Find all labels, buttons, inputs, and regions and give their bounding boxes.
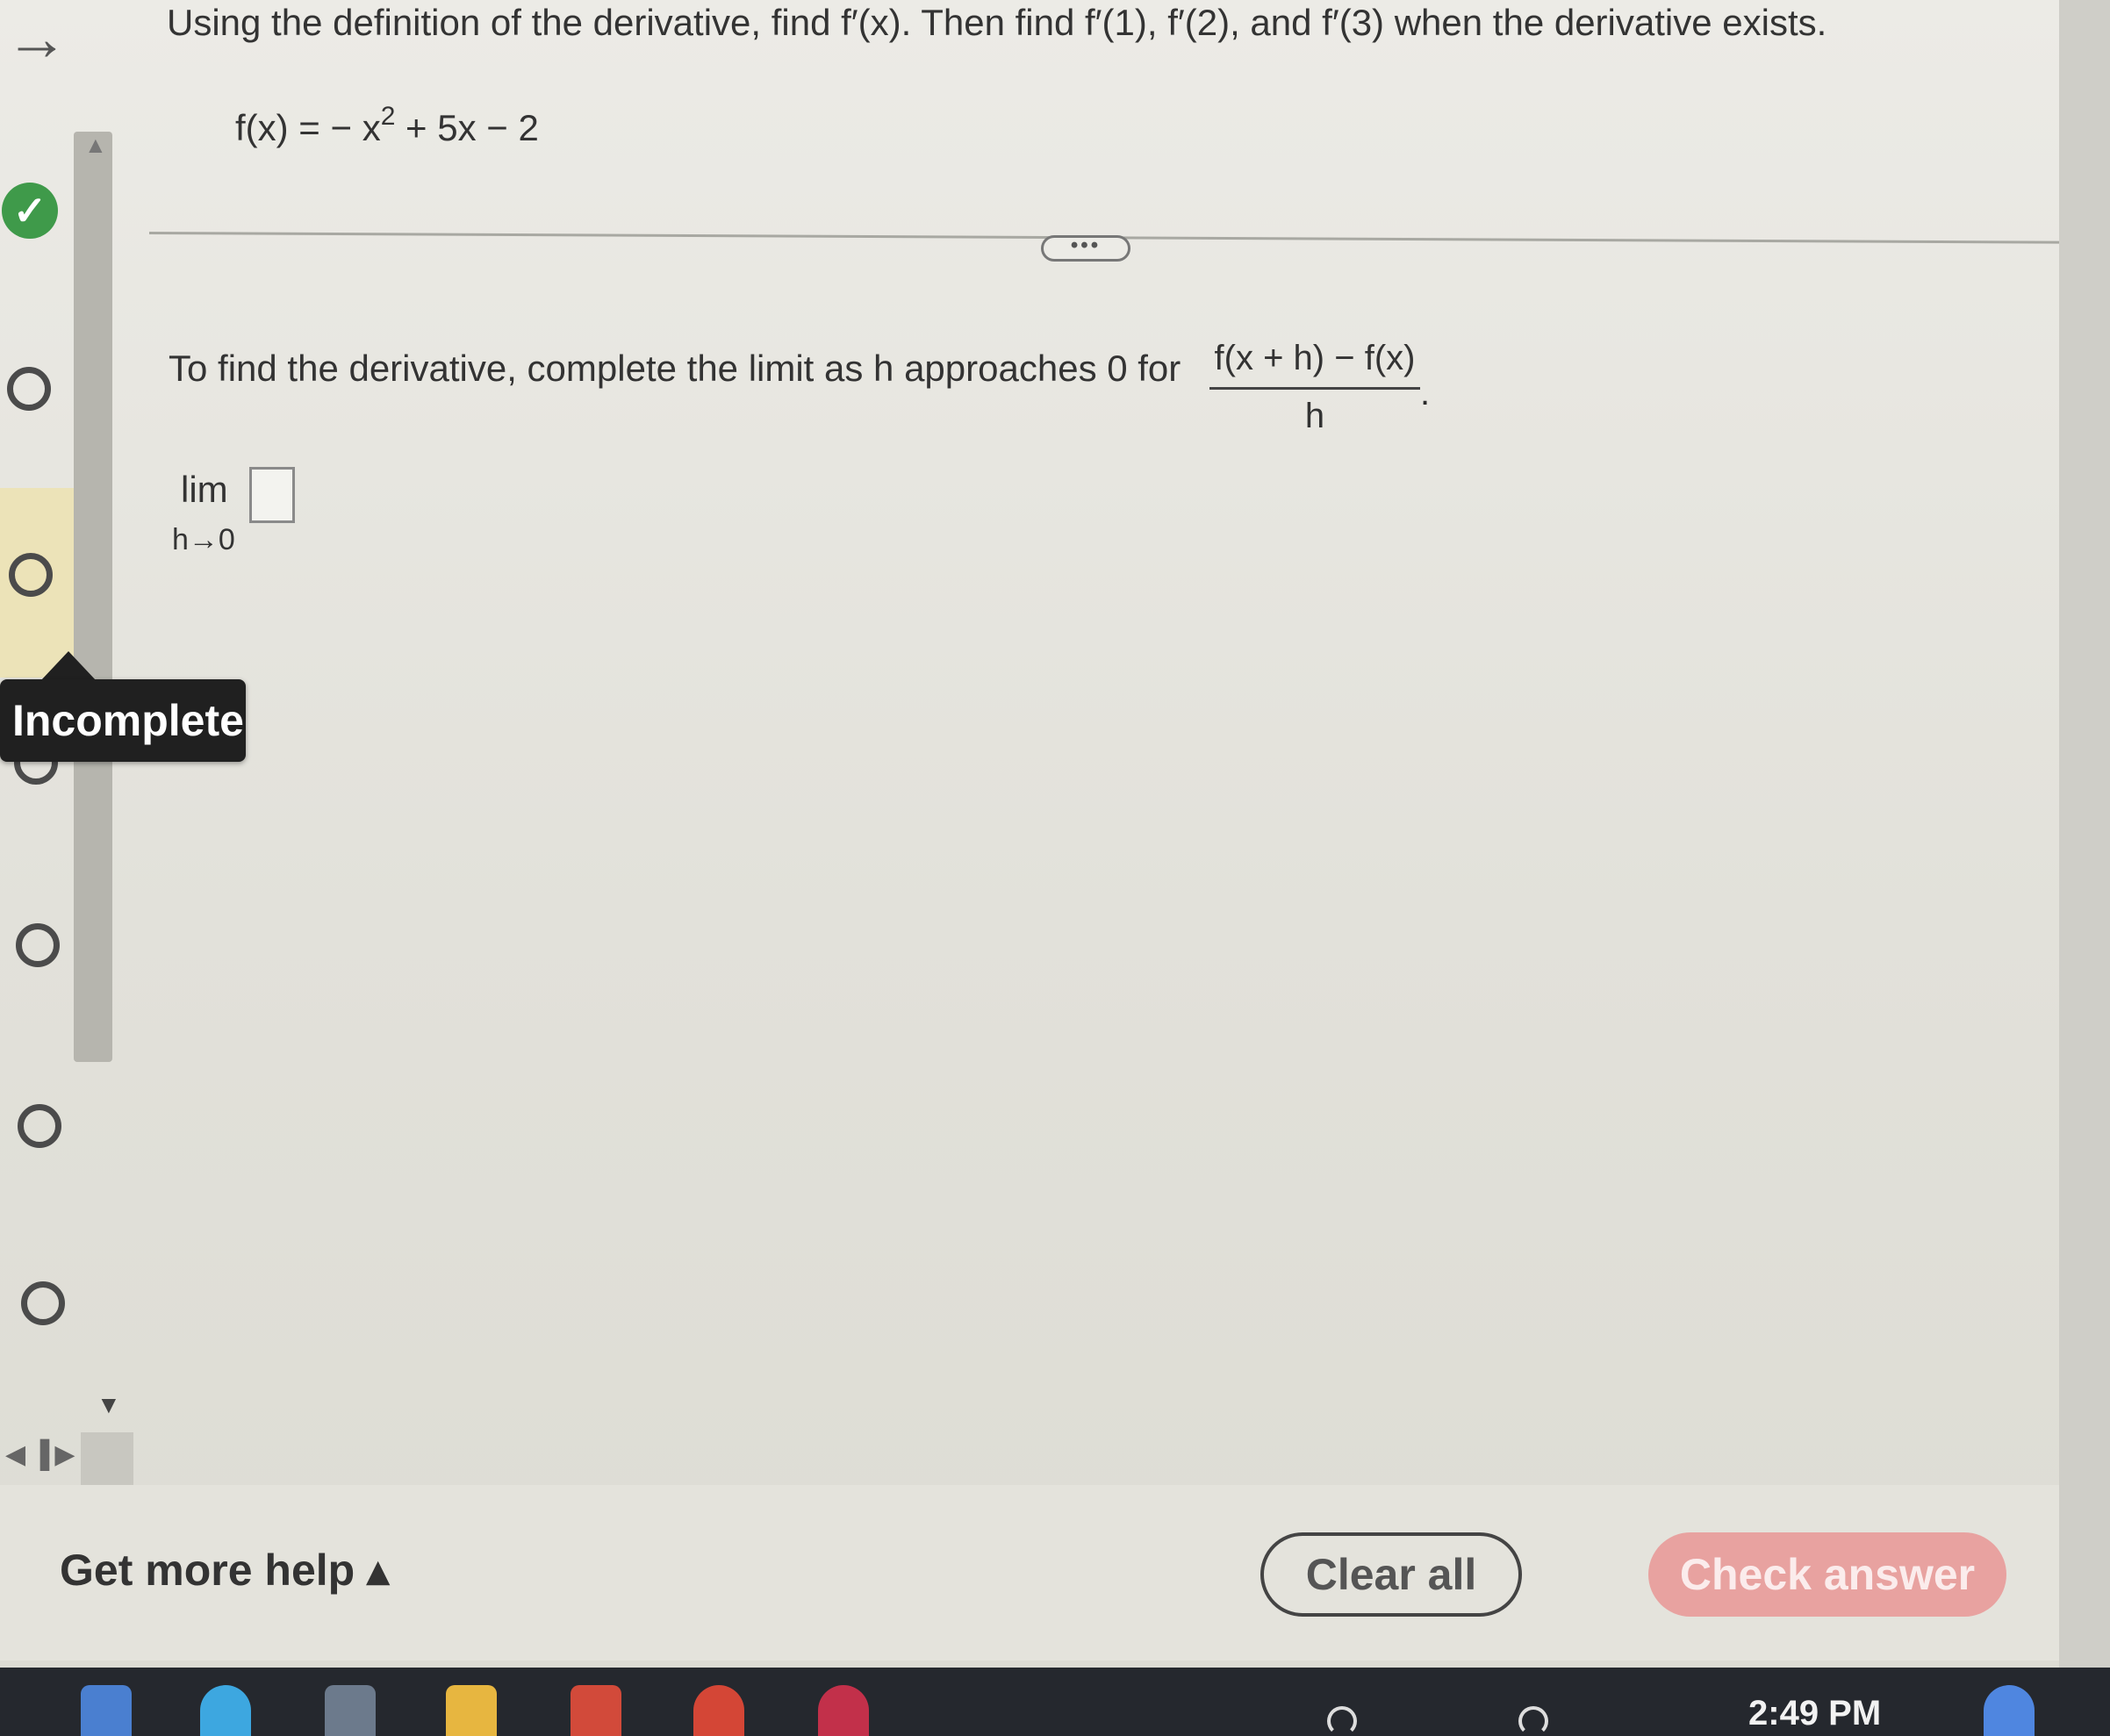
pearson-app-icon[interactable] <box>818 1685 869 1736</box>
edge-browser-icon[interactable] <box>200 1685 251 1736</box>
screen: → ▲ ✓ Incomplete ▼ ◀▐▶ Using the definit… <box>0 0 2110 1668</box>
clear-all-button[interactable]: Clear all <box>1260 1532 1522 1617</box>
question-navigator: → ▲ ✓ Incomplete ▼ ◀▐▶ <box>0 0 246 1485</box>
function-definition: f(x) = − x2 + 5x − 2 <box>235 102 539 149</box>
question-7-circle[interactable] <box>21 1281 65 1325</box>
step-instruction: To find the derivative, complete the lim… <box>169 348 1181 389</box>
gmail-icon[interactable] <box>571 1685 621 1736</box>
difference-quotient: f(x + h) − f(x) h <box>1209 339 1420 436</box>
cloud-app-icon[interactable] <box>1984 1685 2035 1736</box>
check-answer-button[interactable]: Check answer <box>1648 1532 2006 1617</box>
fraction-numerator: f(x + h) − f(x) <box>1209 339 1420 390</box>
incomplete-tooltip: Incomplete <box>0 679 246 762</box>
scroll-up-icon[interactable]: ▲ <box>84 132 107 159</box>
fraction-denominator: h <box>1304 397 1325 435</box>
prev-next-icon[interactable]: ◀▐▶ <box>5 1439 80 1470</box>
question-6-circle[interactable] <box>18 1104 61 1148</box>
limit-answer-input[interactable] <box>249 467 295 523</box>
limit-word: lim <box>181 469 228 510</box>
limit-subscript: h→0 <box>172 523 235 556</box>
speaker-icon[interactable] <box>1518 1706 1548 1736</box>
question-3-circle[interactable] <box>9 553 53 597</box>
navigator-scroll-corner <box>81 1432 133 1485</box>
folder-icon[interactable] <box>446 1685 497 1736</box>
function-lhs: f(x) = − x <box>235 107 381 148</box>
tooltip-arrow <box>40 651 97 681</box>
get-more-help-link[interactable]: Get more help ▴ <box>60 1545 389 1596</box>
question-1-complete-check-icon[interactable]: ✓ <box>2 183 58 239</box>
chrome-icon[interactable] <box>693 1685 744 1736</box>
arrow-right-icon[interactable]: → <box>5 7 68 70</box>
fraction-period: . <box>1420 374 1431 412</box>
store-icon[interactable] <box>325 1685 376 1736</box>
scroll-down-icon[interactable]: ▼ <box>97 1391 121 1419</box>
function-rhs: + 5x − 2 <box>395 107 539 148</box>
navigator-scrollbar[interactable] <box>74 132 112 1062</box>
function-exponent: 2 <box>380 102 396 131</box>
expand-more-button[interactable]: ••• <box>1041 235 1130 262</box>
page-scrollbar[interactable] <box>2059 0 2110 1668</box>
taskbar-clock[interactable]: 2:49 PM <box>1748 1694 1881 1733</box>
start-icon[interactable] <box>81 1685 132 1736</box>
sync-icon[interactable] <box>1327 1706 1357 1736</box>
question-prompt: Using the definition of the derivative, … <box>167 2 1827 43</box>
question-5-circle[interactable] <box>16 923 60 967</box>
question-2-circle[interactable] <box>7 367 51 411</box>
